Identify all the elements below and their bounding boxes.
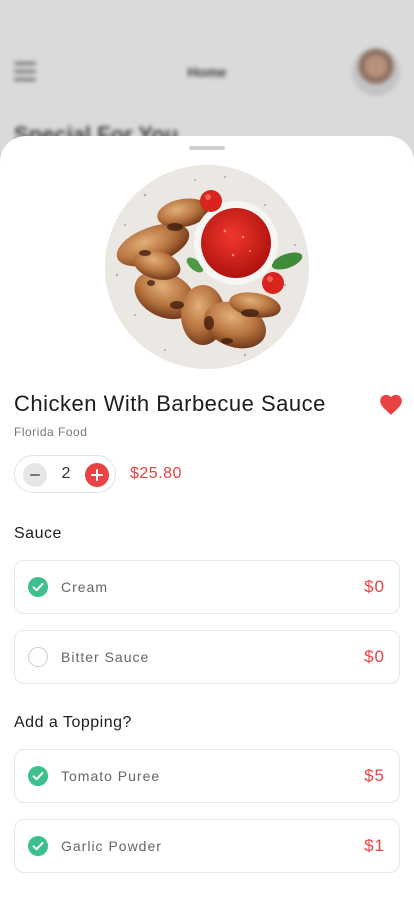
drag-handle[interactable] — [189, 146, 225, 150]
option-price: $0 — [364, 577, 385, 596]
quantity-stepper: 2 — [14, 455, 116, 493]
option-bitter-sauce[interactable]: Bitter Sauce $0 — [14, 630, 400, 684]
option-label: Bitter Sauce — [61, 649, 150, 665]
decrease-quantity-button[interactable] — [23, 463, 47, 487]
quantity-value: 2 — [61, 465, 71, 482]
option-price: $1 — [364, 836, 385, 855]
chicken-wings-icon — [105, 165, 309, 369]
option-garlic-powder[interactable]: Garlic Powder $1 — [14, 819, 400, 873]
checked-circle-icon — [28, 577, 48, 597]
minus-icon — [30, 474, 40, 476]
section-title-sauce: Sauce — [14, 525, 62, 542]
option-label: Cream — [61, 579, 109, 595]
checked-circle-icon — [28, 766, 48, 786]
total-price: $25.80 — [130, 465, 182, 482]
option-tomato-puree[interactable]: Tomato Puree $5 — [14, 749, 400, 803]
checked-circle-icon — [28, 836, 48, 856]
option-label: Garlic Powder — [61, 838, 162, 854]
option-label: Tomato Puree — [61, 768, 161, 784]
option-price: $0 — [364, 647, 385, 666]
section-title-topping: Add a Topping? — [14, 714, 132, 731]
favorite-heart-icon[interactable] — [378, 392, 404, 416]
option-cream[interactable]: Cream $0 — [14, 560, 400, 614]
product-image — [105, 165, 309, 369]
restaurant-name: Florida Food — [14, 425, 88, 439]
plus-icon — [91, 469, 103, 481]
option-price: $5 — [364, 766, 385, 785]
unchecked-circle-icon — [28, 647, 48, 667]
increase-quantity-button[interactable] — [85, 463, 109, 487]
product-sheet: Chicken With Barbecue Sauce Florida Food… — [0, 136, 414, 916]
product-title: Chicken With Barbecue Sauce — [14, 391, 326, 416]
